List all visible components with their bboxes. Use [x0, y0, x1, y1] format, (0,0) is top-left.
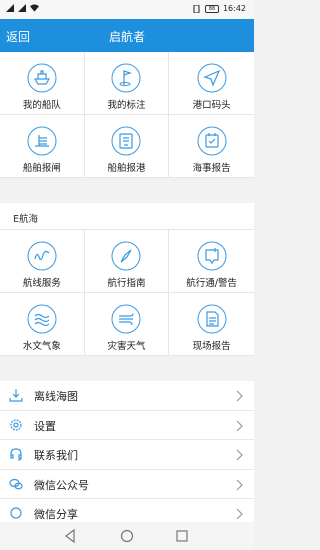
chevron-right-icon: [236, 449, 243, 461]
port-report-icon: [111, 126, 141, 156]
recents-square-icon[interactable]: [176, 529, 188, 543]
signal-icon: [18, 4, 26, 12]
grid-item-label: 港口码头: [192, 100, 231, 111]
app-header: 返回 启航者: [0, 19, 254, 52]
status-left: [6, 4, 39, 12]
flag-icon: [111, 63, 141, 93]
wind-icon: [111, 304, 141, 334]
lock-gate-icon: [27, 126, 57, 156]
status-right: 88 16:42: [192, 4, 246, 13]
grid-item-label: 我的标注: [107, 100, 146, 111]
back-triangle-icon[interactable]: [64, 529, 76, 543]
document-icon: [197, 304, 227, 334]
signal-icon: [6, 4, 14, 12]
list-item-offline-charts[interactable]: 离线海图: [0, 381, 254, 411]
download-icon: [9, 389, 23, 402]
grid-item-field-report[interactable]: 现场报告: [169, 293, 254, 356]
calendar-check-icon: [197, 126, 227, 156]
share-icon: [10, 507, 22, 519]
list-item-wechat-official[interactable]: 微信公众号: [0, 470, 254, 499]
settings-list: 离线海图 设置 联系我们 微信公众号 微信分享: [0, 381, 254, 529]
list-item-label: 离线海图: [34, 390, 78, 403]
grid-item-label: 船舶报闸: [22, 163, 61, 174]
ship-icon: [27, 63, 57, 93]
status-bar: 88 16:42: [0, 0, 254, 19]
list-item-label: 联系我们: [34, 449, 78, 462]
chevron-right-icon: [236, 508, 243, 520]
grid-item-notices[interactable]: 航行通/警告: [169, 230, 254, 293]
grid-item-lock-report[interactable]: 船舶报闸: [0, 115, 85, 178]
vibrate-icon: [193, 4, 200, 13]
page-title: 启航者: [108, 30, 145, 44]
battery-icon: 88: [204, 4, 219, 13]
list-item-label: 设置: [34, 419, 56, 433]
grid-item-label: 灾害天气: [107, 341, 146, 352]
navigation-arrow-icon: [197, 63, 227, 93]
grid-item-label: 航行指南: [107, 278, 146, 289]
grid-item-disaster-weather[interactable]: 灾害天气: [84, 293, 170, 356]
my-services-grid: 我的船队 我的标注 港口码头 船舶报闸 船舶报港 海事报告: [0, 52, 254, 178]
compass-icon: [111, 241, 141, 271]
home-circle-icon[interactable]: [120, 529, 134, 543]
grid-item-my-marks[interactable]: 我的标注: [84, 52, 170, 115]
grid-item-route-service[interactable]: 航线服务: [0, 230, 85, 293]
gear-icon: [10, 418, 22, 431]
grid-item-label: 水文气象: [22, 341, 61, 352]
waves-icon: [27, 304, 57, 334]
notice-icon: [197, 241, 227, 271]
grid-item-label: 船舶报港: [107, 163, 146, 174]
e-navigation-grid: 航线服务 航行指南 航行通/警告 水文气象 灾害天气 现场报告: [0, 230, 254, 356]
grid-item-port-report[interactable]: 船舶报港: [84, 115, 170, 178]
list-item-settings[interactable]: 设置: [0, 411, 254, 440]
grid-item-label: 我的船队: [22, 100, 61, 111]
system-nav-bar: [0, 522, 254, 550]
headset-icon: [10, 448, 22, 461]
list-item-contact-us[interactable]: 联系我们: [0, 440, 254, 470]
wifi-icon: [30, 4, 39, 12]
section-title: E航海: [0, 203, 254, 230]
grid-item-label: 现场报告: [192, 341, 231, 352]
grid-item-label: 航行通/警告: [186, 278, 237, 289]
clock: 16:42: [222, 4, 246, 13]
chevron-right-icon: [236, 420, 243, 431]
list-item-label: 微信公众号: [34, 478, 89, 492]
route-icon: [27, 241, 57, 271]
chevron-right-icon: [236, 390, 243, 402]
grid-item-maritime-report[interactable]: 海事报告: [169, 115, 254, 178]
grid-item-sailing-guide[interactable]: 航行指南: [84, 230, 170, 293]
wechat-icon: [9, 478, 23, 489]
chevron-right-icon: [236, 479, 243, 490]
grid-item-port[interactable]: 港口码头: [169, 52, 254, 115]
grid-item-my-fleet[interactable]: 我的船队: [0, 52, 85, 115]
grid-item-label: 海事报告: [192, 163, 231, 174]
grid-item-hydro-weather[interactable]: 水文气象: [0, 293, 85, 356]
grid-item-label: 航线服务: [22, 278, 61, 289]
list-item-label: 微信分享: [34, 508, 78, 521]
